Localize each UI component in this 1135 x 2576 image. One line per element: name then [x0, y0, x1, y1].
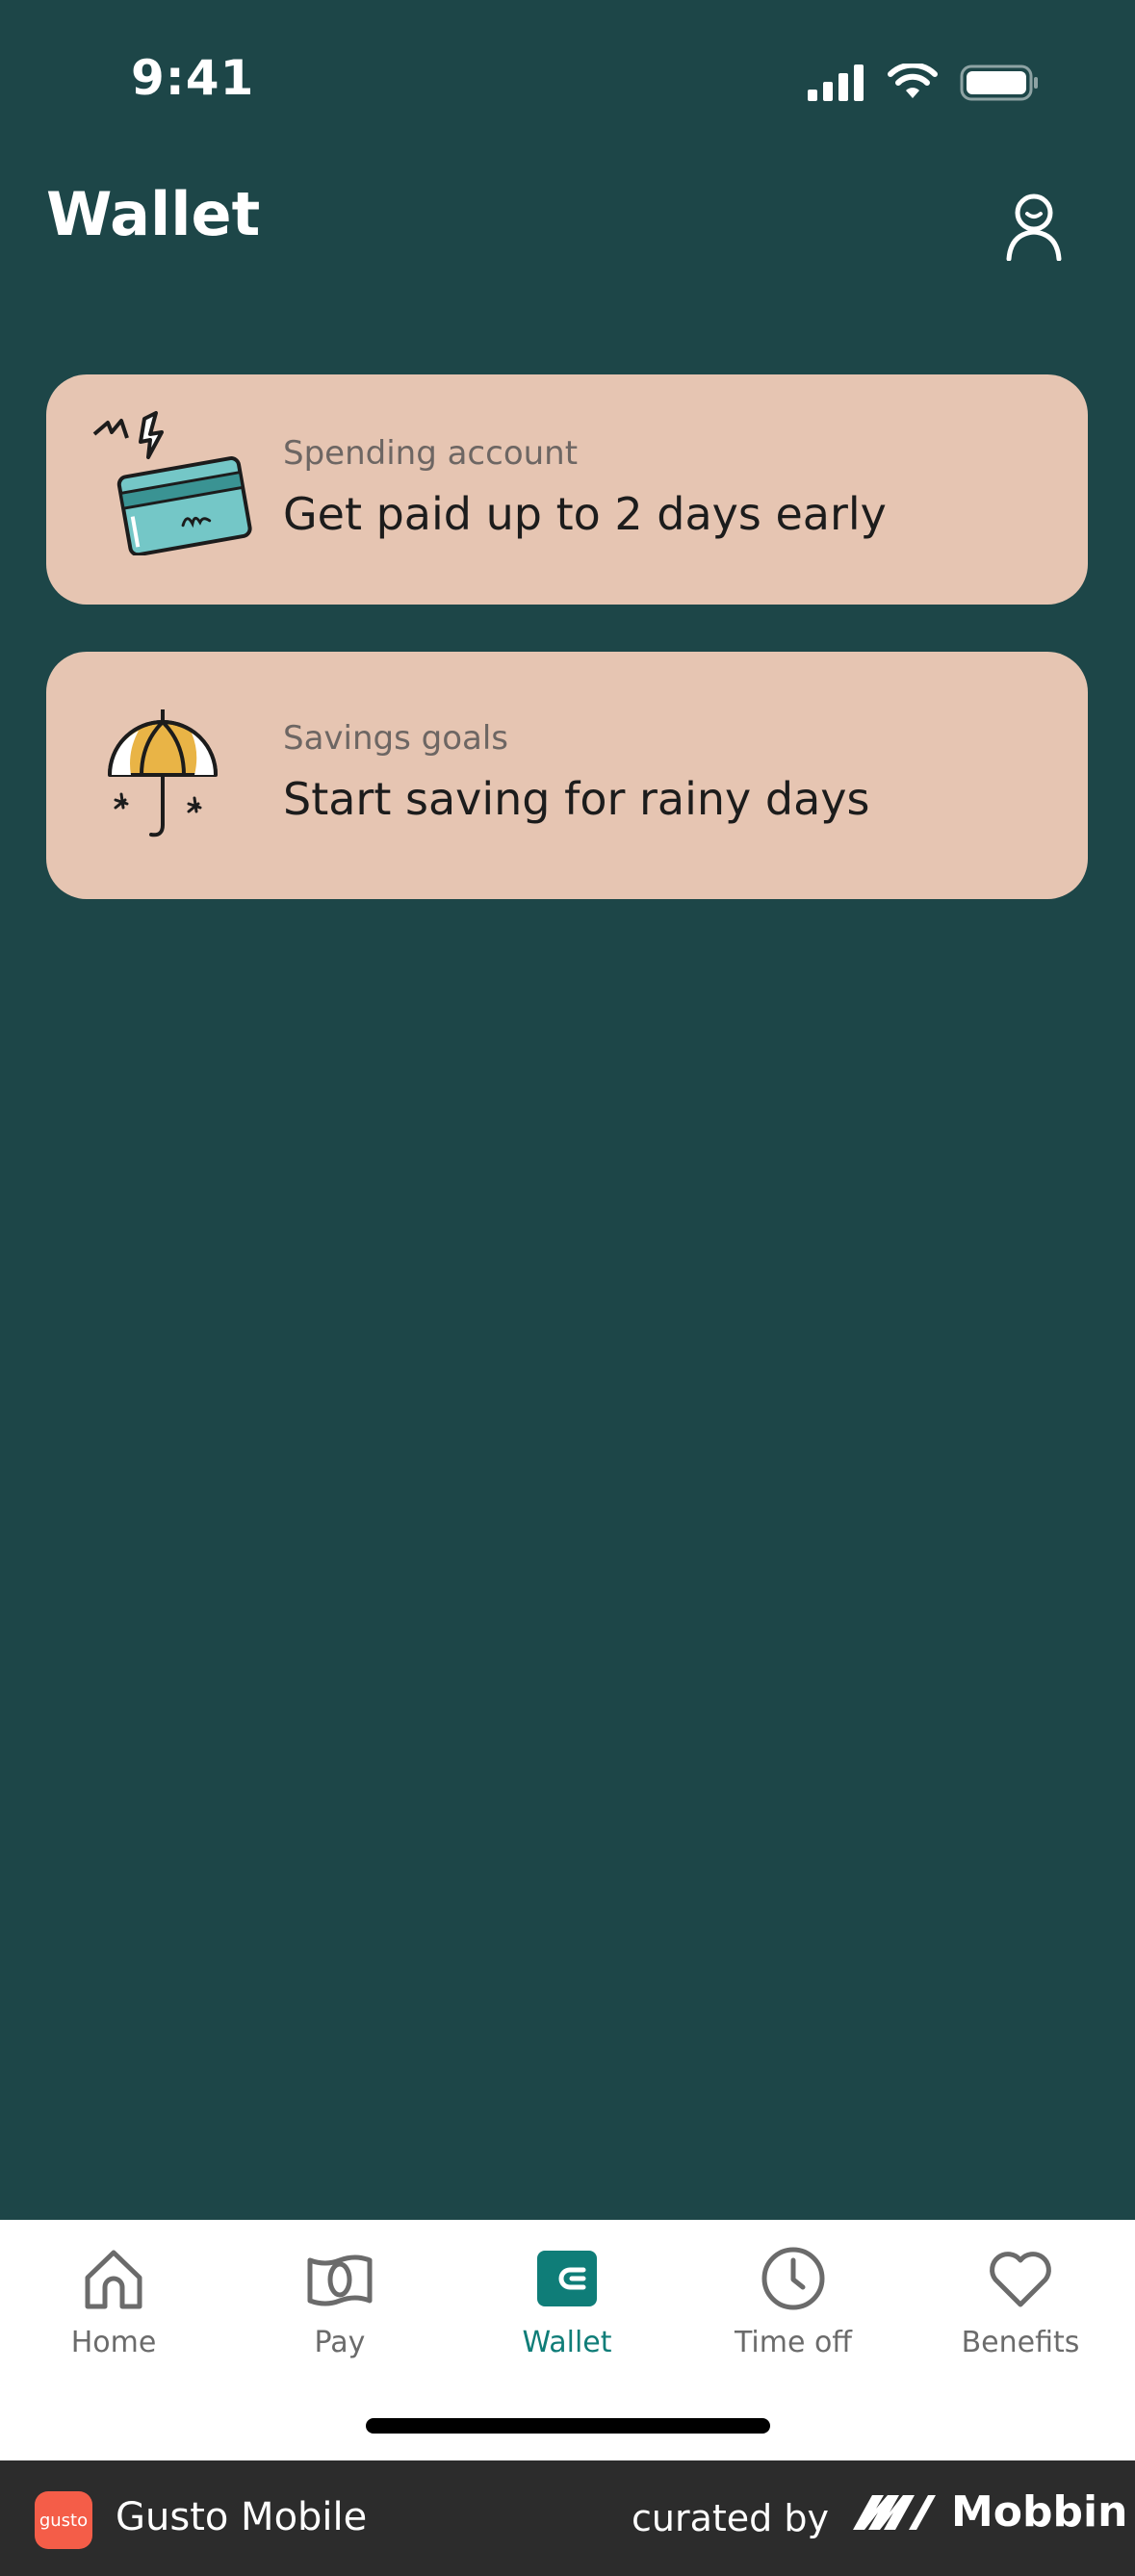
spending-account-card[interactable]: Spending account Get paid up to 2 days e…	[46, 374, 1088, 605]
status-icons	[808, 64, 1039, 102]
card-kicker: Spending account	[283, 434, 579, 473]
heart-icon	[990, 2252, 1051, 2307]
tab-label: Wallet	[522, 2326, 612, 2359]
tab-label: Pay	[314, 2326, 366, 2359]
status-bar: 9:41	[0, 0, 1135, 164]
app-name: Gusto Mobile	[116, 2495, 368, 2539]
tab-wallet[interactable]: Wallet	[471, 2245, 663, 2360]
wifi-icon	[888, 64, 938, 98]
money-icon	[307, 2254, 373, 2306]
profile-icon	[1006, 193, 1062, 261]
attribution-footer: gusto Gusto Mobile curated by Mobbin	[0, 2460, 1135, 2576]
tab-label: Benefits	[961, 2326, 1080, 2359]
tab-home[interactable]: Home	[17, 2245, 210, 2360]
cellular-signal-icon	[808, 64, 864, 101]
mobbin-brand-label: Mobbin	[951, 2487, 1128, 2537]
tab-pay[interactable]: Pay	[244, 2245, 436, 2360]
tab-time-off[interactable]: Time off	[697, 2245, 890, 2360]
home-icon	[85, 2250, 142, 2309]
gusto-logo: gusto	[35, 2491, 92, 2549]
home-indicator	[366, 2418, 770, 2434]
card-kicker: Savings goals	[283, 719, 509, 758]
mobbin-logo-icon	[853, 2494, 936, 2530]
card-title: Get paid up to 2 days early	[283, 488, 887, 540]
mobbin-brand: Mobbin	[851, 2487, 1127, 2537]
card-title: Start saving for rainy days	[283, 773, 870, 825]
clock-icon	[761, 2247, 825, 2310]
tab-label: Time off	[735, 2326, 852, 2359]
tab-benefits[interactable]: Benefits	[924, 2245, 1117, 2360]
credit-card-lightning-icon	[92, 411, 252, 555]
curated-by-label: curated by	[632, 2497, 829, 2539]
tab-label: Home	[70, 2326, 157, 2359]
wallet-icon	[537, 2251, 597, 2306]
umbrella-icon	[108, 709, 218, 837]
header: Wallet	[0, 164, 1135, 279]
profile-button[interactable]	[991, 183, 1077, 270]
status-time: 9:41	[131, 50, 255, 106]
page-title: Wallet	[46, 179, 261, 249]
battery-icon	[960, 64, 1038, 101]
savings-goals-card[interactable]: Savings goals Start saving for rainy day…	[46, 652, 1088, 899]
